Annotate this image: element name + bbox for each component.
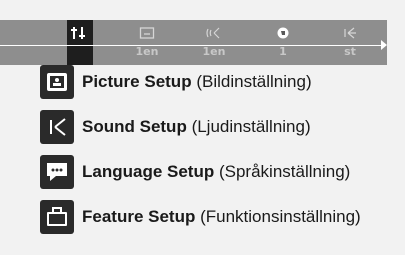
menu-item-subtitle: (Ljudinställning) (191, 117, 311, 136)
menu-item-feature-setup[interactable]: Feature Setup (Funktionsinställning) (40, 198, 405, 236)
feature-setup-icon (40, 200, 74, 234)
tab-sound[interactable] (202, 25, 226, 41)
tab-sound-label: 1en (202, 45, 226, 58)
feature-icon (344, 27, 356, 39)
picture-icon (139, 27, 155, 39)
tab-feature-label: st (344, 45, 356, 58)
menu-item-title: Feature Setup (82, 207, 196, 226)
menu-item-title: Picture Setup (82, 72, 192, 91)
language-icon (277, 27, 289, 39)
tab-language-label: 1 (279, 45, 287, 58)
tab-language[interactable] (271, 25, 295, 41)
tab-picture-label: 1en (135, 45, 159, 58)
picture-setup-icon (40, 65, 74, 99)
menu-item-subtitle: (Funktionsinställning) (200, 207, 361, 226)
menu-item-sound-setup[interactable]: Sound Setup (Ljudinställning) (40, 108, 405, 146)
tab-settings[interactable] (68, 25, 92, 41)
menu-item-subtitle: (Bildinställning) (196, 72, 312, 91)
sound-setup-icon (40, 110, 74, 144)
menu-item-title: Sound Setup (82, 117, 187, 136)
menu-item-picture-setup[interactable]: Picture Setup (Bildinställning) (40, 63, 405, 101)
setup-tab-bar: 1en 1en 1 st (0, 20, 387, 65)
menu-item-title: Language Setup (82, 162, 215, 181)
tab-picture[interactable] (135, 25, 159, 41)
language-setup-icon (40, 155, 74, 189)
tab-feature[interactable] (338, 25, 362, 41)
settings-icon (71, 27, 85, 39)
menu-item-language-setup[interactable]: Language Setup (Språkinställning) (40, 153, 405, 191)
menu-item-subtitle: (Språkinställning) (218, 162, 351, 181)
sound-icon (206, 27, 220, 39)
